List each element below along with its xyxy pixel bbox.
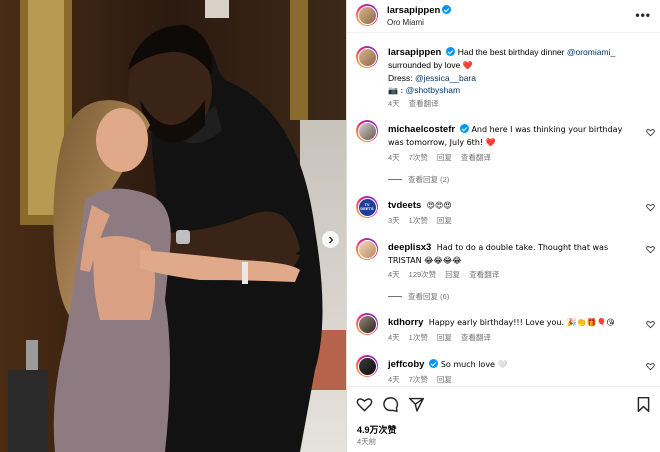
reply-link[interactable]: 回复	[437, 153, 452, 162]
comment-likes[interactable]: 7次赞	[409, 153, 428, 162]
comment-likes[interactable]: 129次赞	[409, 270, 437, 279]
more-options-icon[interactable]: •••	[635, 8, 651, 22]
post-photo	[0, 0, 346, 452]
post-side-panel: larsapippen Oro Miami ••• larsapippen Ha…	[346, 0, 660, 452]
comment-bubble-icon[interactable]	[382, 396, 399, 413]
comment-username[interactable]: michaelcostefr	[388, 124, 455, 135]
translate-link[interactable]: 查看翻译	[469, 270, 499, 279]
next-image-button[interactable]	[322, 231, 339, 248]
like-comment-heart-icon[interactable]	[646, 245, 655, 254]
comment-avatar[interactable]	[356, 355, 378, 377]
verified-badge-icon	[446, 47, 456, 56]
comment-meta: 4天 7次赞 回复 查看翻译	[388, 153, 491, 162]
comment-username[interactable]: tvdeets	[388, 200, 421, 211]
like-heart-icon[interactable]	[356, 396, 373, 413]
reply-link[interactable]: 回复	[445, 270, 460, 279]
caption-username[interactable]: larsapippen	[388, 47, 441, 58]
view-replies-link[interactable]: 查看回复 (6)	[388, 291, 449, 302]
post-date: 4天前	[357, 437, 377, 446]
like-comment-heart-icon[interactable]	[646, 320, 655, 329]
comment-username[interactable]: deeplisx3	[388, 242, 431, 253]
caption-time: 4天	[388, 99, 400, 108]
comment-avatar[interactable]	[356, 313, 378, 335]
reply-link[interactable]: 回复	[437, 216, 452, 225]
reply-link[interactable]: 回复	[437, 375, 452, 384]
mention-dress-link[interactable]: @jessica__bara	[415, 73, 476, 83]
comment-likes[interactable]: 1次赞	[409, 216, 428, 225]
comment-avatar[interactable]	[356, 120, 378, 142]
comment-username[interactable]: jeffcoby	[388, 359, 424, 370]
caption-meta: 4天 查看翻译	[388, 98, 448, 109]
translate-link[interactable]: 查看翻译	[461, 153, 491, 162]
author-username[interactable]: larsapippen	[387, 5, 440, 16]
comment-text: deeplisx3 Had to do a double take. Thoug…	[388, 242, 609, 265]
chevron-right-icon	[328, 236, 333, 243]
camera-emoji: 📷 :	[388, 86, 404, 95]
post-header: larsapippen Oro Miami •••	[347, 0, 660, 33]
photo-scene	[0, 0, 346, 452]
likes-count[interactable]: 4.9万次赞	[357, 423, 397, 436]
comment-text: michaelcostefr And here I was thinking y…	[388, 124, 623, 147]
caption-translate-link[interactable]: 查看翻译	[409, 99, 439, 108]
instagram-post-view: larsapippen Oro Miami ••• larsapippen Ha…	[0, 0, 660, 452]
view-replies-link[interactable]: 查看回复 (2)	[388, 174, 449, 185]
share-send-icon[interactable]	[408, 396, 425, 413]
caption-text: larsapippen Had the best birthday dinner…	[388, 47, 616, 95]
comment-meta: 4天 129次赞 回复 查看翻译	[388, 270, 500, 279]
avatar-label: TV DEETS	[360, 201, 374, 211]
like-comment-heart-icon[interactable]	[646, 128, 655, 137]
comment-likes[interactable]: 1次赞	[409, 333, 428, 342]
comment-meta: 4天 7次赞 回复	[388, 375, 452, 384]
verified-badge-icon	[460, 124, 470, 133]
comment-text: kdhorry Happy early birthday!!! Love you…	[388, 317, 615, 328]
post-location[interactable]: Oro Miami	[387, 18, 424, 27]
verified-badge-icon	[442, 5, 452, 14]
comment-text: jeffcoby So much love 🤍	[388, 359, 508, 370]
comment-avatar[interactable]	[356, 238, 378, 260]
verified-badge-icon	[429, 359, 439, 368]
like-comment-heart-icon[interactable]	[646, 203, 655, 212]
comment-meta: 4天 1次赞 回复 查看翻译	[388, 333, 491, 342]
comment-username[interactable]: kdhorry	[388, 317, 423, 328]
mention-venue-link[interactable]: @oromiami_	[567, 47, 615, 57]
translate-link[interactable]: 查看翻译	[461, 333, 491, 342]
save-bookmark-icon[interactable]	[635, 396, 652, 413]
comment-meta: 3天 1次赞 回复	[388, 216, 452, 225]
comment-likes[interactable]: 7次赞	[409, 375, 428, 384]
like-comment-heart-icon[interactable]	[646, 362, 655, 371]
comment-avatar[interactable]: TV DEETS	[356, 196, 378, 218]
post-actions-bar: 4.9万次赞 4天前	[347, 386, 660, 452]
comments-list[interactable]: larsapippen Had the best birthday dinner…	[347, 36, 660, 386]
heart-emoji: ❤️	[462, 61, 473, 70]
mention-photo-link[interactable]: @shotbysham	[406, 85, 460, 95]
author-avatar[interactable]	[356, 4, 378, 26]
reply-link[interactable]: 回复	[437, 333, 452, 342]
comment-text: tvdeets 😍😍😍	[388, 200, 452, 211]
caption-avatar[interactable]	[356, 46, 378, 68]
